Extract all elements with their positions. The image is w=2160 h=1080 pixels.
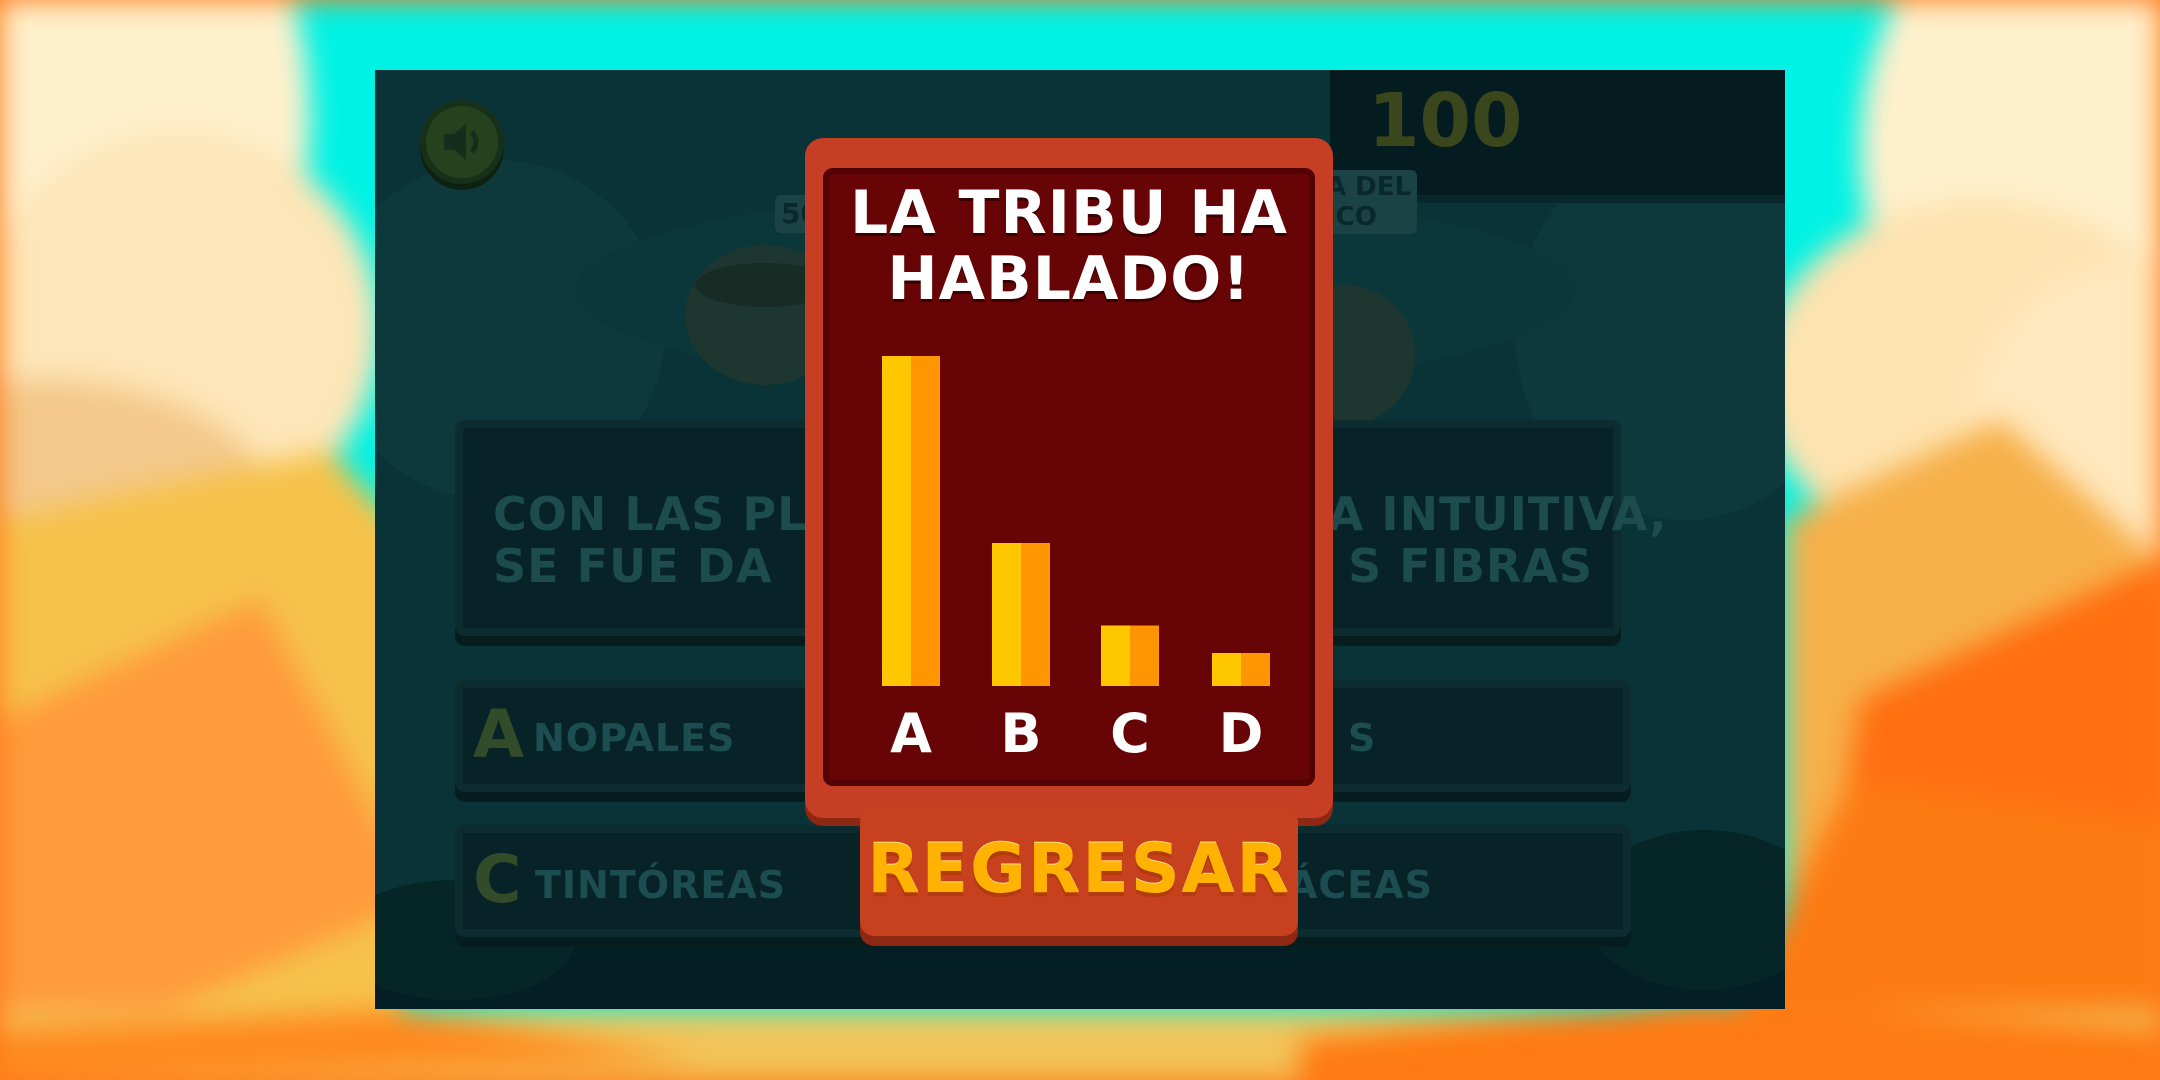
bar-label-a: A xyxy=(890,702,932,765)
tag-right: A DEL ICO xyxy=(1320,170,1418,234)
bar-label-c: C xyxy=(1110,702,1150,765)
regresar-button-label: REGRESAR xyxy=(867,830,1291,909)
answer-d-text: ÁCEAS xyxy=(1288,863,1434,907)
answer-b-text: S xyxy=(1348,716,1377,760)
bar-d xyxy=(1212,653,1270,686)
bar-a xyxy=(882,356,940,686)
results-modal: LA TRIBU HA HABLADO! ABCD xyxy=(805,138,1333,818)
answer-a-letter: A xyxy=(473,696,525,773)
speaker-icon xyxy=(444,124,479,160)
answer-c-letter: C xyxy=(473,841,522,918)
bar-label-b: B xyxy=(1000,702,1041,765)
answer-a-text: NOPALES xyxy=(533,716,736,760)
bar-b xyxy=(992,543,1050,686)
regresar-button[interactable]: REGRESAR xyxy=(860,808,1298,936)
sound-toggle-button[interactable] xyxy=(420,100,504,184)
question-text-right: CA INTUITIVA, S FIBRAS xyxy=(1293,487,1668,593)
score-value: 100 xyxy=(1368,78,1523,164)
question-text-left: CON LAS PLA SE FUE DA xyxy=(493,487,845,593)
bar-label-d: D xyxy=(1219,702,1264,765)
answer-c-text: TINTÓREAS xyxy=(535,863,787,907)
bar-c xyxy=(1101,625,1159,686)
vote-bar-chart: A B C D xyxy=(882,356,1270,765)
